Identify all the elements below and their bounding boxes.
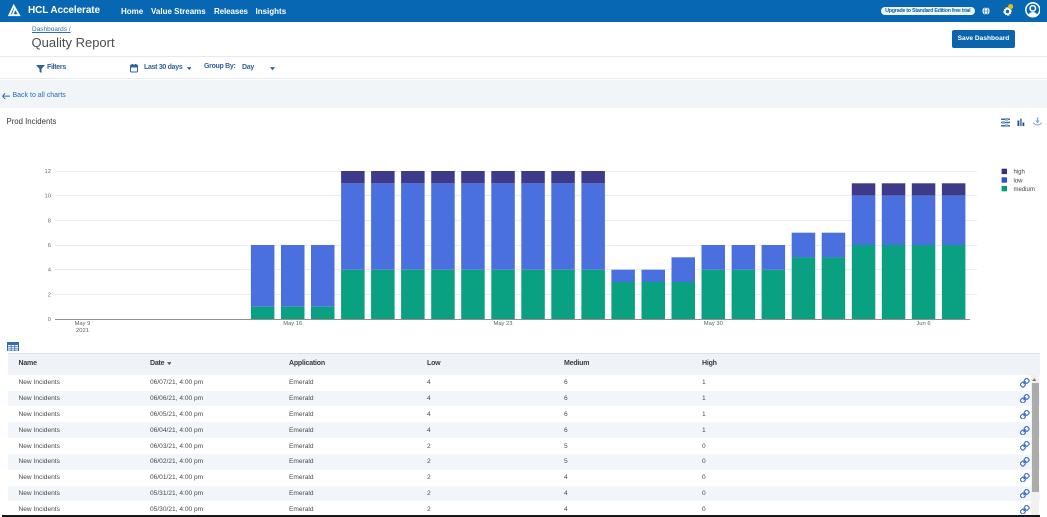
svg-text:2: 2 xyxy=(48,292,51,298)
svg-text:6: 6 xyxy=(48,243,51,249)
svg-text:2021: 2021 xyxy=(76,328,89,334)
svg-text:4: 4 xyxy=(48,268,52,274)
svg-text:high: high xyxy=(1014,170,1025,176)
svg-text:12: 12 xyxy=(45,169,51,175)
svg-text:0: 0 xyxy=(48,317,51,323)
svg-text:May 23: May 23 xyxy=(493,321,512,327)
svg-text:May 30: May 30 xyxy=(704,321,723,327)
svg-text:8: 8 xyxy=(48,218,51,224)
svg-text:May 16: May 16 xyxy=(283,321,302,327)
svg-text:low: low xyxy=(1014,178,1024,184)
svg-text:medium: medium xyxy=(1014,187,1035,193)
svg-text:May 9: May 9 xyxy=(75,321,91,327)
svg-text:10: 10 xyxy=(45,194,51,200)
svg-text:Jun 6: Jun 6 xyxy=(916,321,930,327)
